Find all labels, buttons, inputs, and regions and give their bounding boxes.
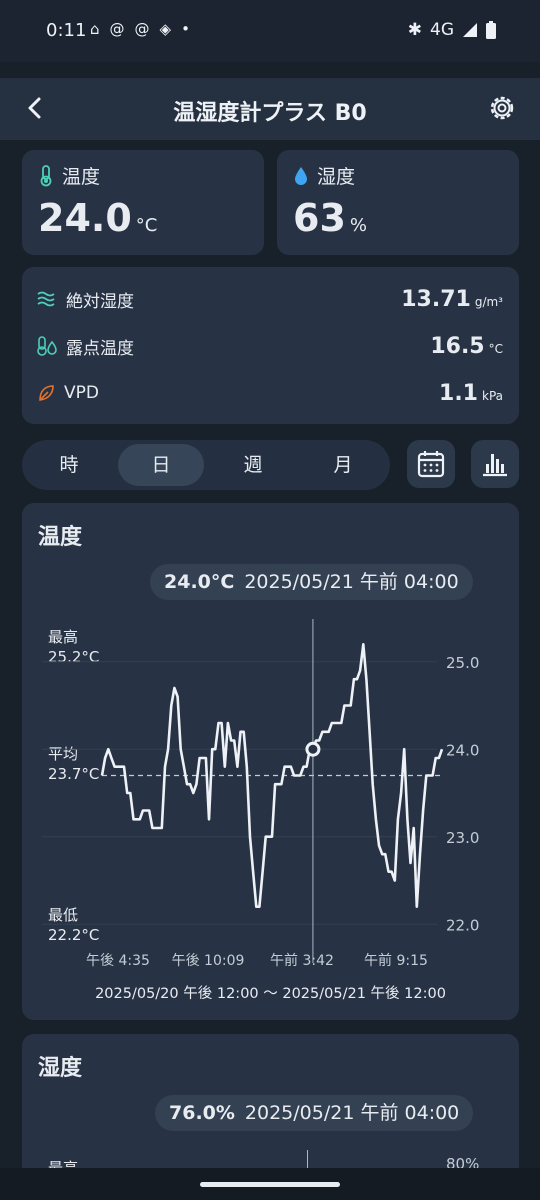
vpd-value: 1.1 bbox=[439, 380, 478, 406]
app-icon: ◈ bbox=[159, 20, 172, 38]
humidity-value-row: 63% bbox=[293, 196, 367, 240]
vpd-unit: kPa bbox=[482, 388, 503, 403]
humidity-card[interactable]: 湿度 63% bbox=[277, 150, 519, 255]
period-tabs: 時 日 週 月 bbox=[22, 440, 390, 490]
absolute-humidity-value: 13.71 bbox=[401, 286, 471, 312]
chart-range: 2025/05/20 午後 12:00 〜 2025/05/21 午後 12:0… bbox=[95, 986, 446, 1002]
vpd-row: VPD 1.1 kPa bbox=[36, 373, 503, 413]
calendar-button[interactable] bbox=[407, 440, 455, 488]
discord-icon: ⌂ bbox=[90, 20, 100, 38]
humidity-tooltip: 76.0% 2025/05/21 午前 04:00 bbox=[155, 1095, 474, 1131]
bar-chart-icon bbox=[483, 454, 507, 477]
network-label: 4G bbox=[430, 20, 454, 40]
details-card: 絶対湿度 13.71 g/m³ 露点温度 16.5 °C VPD 1.1 kPa bbox=[22, 267, 519, 424]
battery-icon bbox=[486, 21, 496, 39]
dew-point-icon bbox=[37, 336, 57, 356]
notification-icons: ⌂ @ @ ◈ • bbox=[90, 20, 190, 38]
y-tick-label: 23.0 bbox=[446, 829, 479, 847]
status-bar: 0:11 ⌂ @ @ ◈ • ✱ 4G bbox=[0, 0, 540, 62]
temperature-value: 24.0 bbox=[38, 196, 132, 240]
humidity-label-row: 湿度 bbox=[293, 162, 355, 189]
temperature-chart[interactable]: 25.0 24.0 23.0 22.0 午後 4:35 午後 10:09 午前 3:42 午前… bbox=[22, 503, 519, 1020]
humidity-tooltip-value: 76.0% bbox=[169, 1102, 235, 1124]
status-time: 0:11 bbox=[46, 20, 87, 41]
y-tick-label: 22.0 bbox=[446, 916, 479, 934]
vpd-label: VPD bbox=[64, 383, 99, 403]
threads-icon: @ bbox=[109, 20, 125, 38]
absolute-humidity-row: 絶対湿度 13.71 g/m³ bbox=[36, 279, 503, 319]
x-tick-label: 午後 10:09 bbox=[172, 953, 245, 969]
temperature-value-row: 24.0 °C bbox=[38, 196, 157, 240]
thermometer-icon bbox=[40, 164, 52, 186]
dew-point-value: 16.5 bbox=[430, 333, 485, 359]
absolute-humidity-unit: g/m³ bbox=[474, 294, 503, 309]
x-tick-label: 午前 3:42 bbox=[270, 952, 334, 969]
humidity-unit: % bbox=[349, 215, 367, 236]
x-tick-label: 午前 9:15 bbox=[364, 952, 428, 969]
wind-icon bbox=[37, 291, 55, 307]
status-right: ✱ 4G bbox=[408, 20, 496, 40]
humidity-tooltip-time: 2025/05/21 午前 04:00 bbox=[244, 1102, 460, 1124]
temperature-label: 温度 bbox=[62, 166, 101, 188]
leaf-icon bbox=[39, 385, 54, 401]
cursor-point bbox=[305, 741, 321, 757]
temperature-chart-card: 温度 24.0°C 2025/05/21 午前 04:00 最高 25.2°C 平… bbox=[22, 503, 519, 1020]
calendar-icon bbox=[417, 451, 445, 478]
bluetooth-icon: ✱ bbox=[407, 20, 422, 40]
droplet-icon bbox=[295, 166, 307, 185]
dot-icon: • bbox=[181, 20, 190, 38]
absolute-humidity-label: 絶対湿度 bbox=[66, 291, 134, 312]
y-tick-label: 25.0 bbox=[446, 654, 479, 672]
humidity-value: 63 bbox=[293, 196, 346, 240]
dew-point-unit: °C bbox=[488, 341, 503, 356]
y-tick-label: 24.0 bbox=[446, 741, 479, 759]
bar-chart-button[interactable] bbox=[471, 440, 519, 488]
gear-icon[interactable] bbox=[484, 90, 520, 126]
tab-month[interactable]: 月 bbox=[300, 444, 386, 486]
app-bar: 温湿度計プラス B0 bbox=[0, 78, 540, 140]
tab-week[interactable]: 週 bbox=[210, 444, 296, 486]
temperature-label-row: 温度 bbox=[38, 162, 100, 189]
dew-point-label: 露点温度 bbox=[66, 338, 134, 359]
tab-day[interactable]: 日 bbox=[118, 444, 204, 486]
signal-icon bbox=[463, 23, 477, 37]
tab-hour[interactable]: 時 bbox=[26, 444, 112, 486]
humidity-label: 湿度 bbox=[317, 166, 356, 188]
temperature-card[interactable]: 温度 24.0 °C bbox=[22, 150, 264, 255]
x-tick-label: 午後 4:35 bbox=[86, 953, 150, 969]
page-title: 温湿度計プラス B0 bbox=[173, 101, 367, 126]
navigation-bar bbox=[0, 1168, 540, 1200]
dew-point-row: 露点温度 16.5 °C bbox=[36, 326, 503, 366]
humidity-chart-title: 湿度 bbox=[38, 1056, 83, 1081]
threads-icon: @ bbox=[134, 20, 150, 38]
home-handle[interactable] bbox=[200, 1182, 340, 1187]
temperature-unit: °C bbox=[135, 215, 158, 236]
